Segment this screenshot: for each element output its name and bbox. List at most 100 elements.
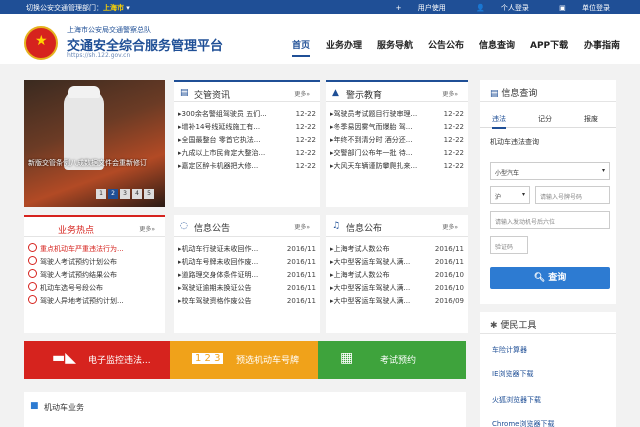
banner-exam[interactable]: ▦ 考试预约 bbox=[318, 341, 466, 379]
warning-panel: ▲ 警示教育 更多» ▸驾驶员考试题目行驶审理... 12-22 ▸冬季易因雾气而… bbox=[326, 80, 468, 207]
site-header: 上海市公安局交通警察总队 交通安全综合服务管理平台 https://sh.122… bbox=[0, 14, 640, 64]
hot-item-icon bbox=[28, 256, 37, 265]
tool-link[interactable]: 车险计算器 bbox=[492, 345, 527, 355]
list-item[interactable]: ▸大中型客运车驾驶人满... 2016/11 bbox=[326, 256, 468, 269]
plate-input[interactable]: 请输入号牌号码 bbox=[535, 186, 610, 204]
list-item[interactable]: ▸增补14号线延线施工有... 12-22 bbox=[174, 121, 320, 134]
query-tabs: 违法 记分 报废 bbox=[480, 110, 616, 129]
hot-item-icon bbox=[28, 243, 37, 252]
search-icon: 🔍︎ bbox=[533, 273, 549, 283]
carousel-pager: 12345 bbox=[96, 188, 156, 199]
list-item[interactable]: ▸驾驶员考试题目行驶审理... 12-22 bbox=[326, 108, 468, 121]
tab-points[interactable]: 记分 bbox=[538, 114, 552, 124]
nav-app-download[interactable]: APP下载 bbox=[530, 38, 568, 51]
panel-title: 交管资讯 bbox=[194, 91, 231, 101]
list-item[interactable]: ▸年终不到清分时 酒分还... 12-22 bbox=[326, 134, 468, 147]
plate-icon: 1 2 3 bbox=[192, 353, 224, 364]
carousel-dot[interactable]: 2 bbox=[108, 189, 118, 199]
top-bar: 切换公安交通管理部门：上海市 ▾ + 用户使用 👤 个人登录 ▣ 单位登录 bbox=[0, 0, 640, 14]
list-item[interactable]: ▸道路理交身体条件证明... 2016/11 bbox=[174, 269, 320, 282]
bell-icon: ▲ bbox=[332, 88, 339, 98]
list-item[interactable]: ▸交警部门公布年一批 待... 12-22 bbox=[326, 147, 468, 160]
carousel-dot[interactable]: 3 bbox=[120, 189, 130, 199]
personal-login-link[interactable]: 👤 个人登录 bbox=[462, 4, 529, 12]
more-link[interactable]: 更多» bbox=[442, 222, 458, 231]
carousel-dot[interactable]: 4 bbox=[132, 189, 142, 199]
list-item[interactable]: 重点机动车严重违法行为... bbox=[24, 243, 165, 256]
news-panel: ▤ 交管资讯 更多» ▸300余名警组驾驶员 五们... 12-22 ▸增补14号… bbox=[174, 80, 320, 207]
list-item[interactable]: 驾驶人考试预约计划公布 bbox=[24, 256, 165, 269]
hot-item-icon bbox=[28, 269, 37, 278]
notice-panel: ◌ 信息公告 更多» ▸机动车行驶证未收回作... 2016/11 ▸机动车号牌未… bbox=[174, 215, 320, 333]
list-item[interactable]: 驾驶人考试预约结果公布 bbox=[24, 269, 165, 282]
department-switcher[interactable]: 切换公安交通管理部门：上海市 ▾ bbox=[26, 3, 130, 13]
province-select[interactable]: 沪 ▾ bbox=[490, 186, 530, 204]
carousel-dot[interactable]: 1 bbox=[96, 189, 106, 199]
query-header: ▤ 信息查询 bbox=[480, 80, 616, 102]
tab-scrap[interactable]: 报废 bbox=[584, 114, 598, 124]
list-item[interactable]: 机动车选号号段公布 bbox=[24, 282, 165, 295]
chevron-down-icon: ▾ bbox=[601, 167, 605, 174]
nav-announcements[interactable]: 公告公布 bbox=[428, 38, 464, 51]
tools-panel: ✱ 便民工具 车险计算器 IE浏览器下载 火狐浏览器下载 Chrome浏览器下载 bbox=[480, 312, 616, 427]
hero-carousel[interactable]: 新版交管条例八成数据文件会重新修订 12345 bbox=[24, 80, 165, 207]
nav-query[interactable]: 信息查询 bbox=[479, 38, 515, 51]
bell-icon: ♫ bbox=[332, 221, 341, 231]
police-emblem-icon[interactable] bbox=[24, 26, 58, 60]
speech-bubble-icon: ◌ bbox=[180, 221, 188, 231]
list-item[interactable]: 驾驶人异地考试预约计划... bbox=[24, 295, 165, 308]
unit-login-link[interactable]: ▣ 单位登录 bbox=[545, 4, 610, 12]
list-item[interactable]: ▸大中型客运车驾驶人满... 2016/10 bbox=[326, 282, 468, 295]
list-item[interactable]: ▸校车驾驶资格作废公告 2016/11 bbox=[174, 295, 320, 308]
list-item[interactable]: ▸300余名警组驾驶员 五们... 12-22 bbox=[174, 108, 320, 121]
list-item[interactable]: ▸大风天车辆谨防攀爬扎来... 12-22 bbox=[326, 160, 468, 173]
tool-link[interactable]: IE浏览器下载 bbox=[492, 369, 534, 379]
more-link[interactable]: 更多» bbox=[442, 89, 458, 98]
nav-service[interactable]: 服务导航 bbox=[377, 38, 413, 51]
building-icon: ▣ bbox=[559, 4, 568, 12]
chevron-down-icon: ▾ bbox=[124, 4, 130, 12]
list-item[interactable]: ▸嘉定区醉卡机器把大修... 12-22 bbox=[174, 160, 320, 173]
star-icon: ✱ bbox=[490, 321, 501, 331]
more-link[interactable]: 更多» bbox=[139, 224, 155, 233]
panel-title: 信息公告 bbox=[194, 224, 231, 234]
panel-title: 警示教育 bbox=[346, 91, 383, 101]
search-list-icon: ▤ bbox=[490, 89, 502, 99]
engine-number-input[interactable]: 请输入发动机号后六位 bbox=[490, 211, 610, 229]
tool-link[interactable]: 火狐浏览器下载 bbox=[492, 395, 541, 405]
list-item[interactable]: ▸上海考试人数公布 2016/11 bbox=[326, 243, 468, 256]
list-item[interactable]: ▸九成以上市民肯定大整治... 12-22 bbox=[174, 147, 320, 160]
more-link[interactable]: 更多» bbox=[294, 89, 310, 98]
query-button[interactable]: 🔍︎ 查询 bbox=[490, 267, 610, 289]
user-icon: 👤 bbox=[475, 4, 487, 12]
list-item[interactable]: ▸大中型客运车驾驶人满... 2016/09 bbox=[326, 295, 468, 308]
hero-caption[interactable]: 新版交管条例八成数据文件会重新修订 bbox=[28, 158, 162, 169]
user-guide-link[interactable]: + 用户使用 bbox=[382, 4, 446, 12]
city-select[interactable]: 上海市 bbox=[103, 4, 124, 12]
list-item[interactable]: ▸全国最整台 零首它执法... 12-22 bbox=[174, 134, 320, 147]
query-panel: ▤ 信息查询 违法 记分 报废 机动车违法查询 小型汽车 ▾ 沪 ▾ 请输入号牌号码… bbox=[480, 80, 616, 304]
hero-image-cap bbox=[68, 86, 100, 98]
vehicle-type-select[interactable]: 小型汽车 ▾ bbox=[490, 162, 610, 180]
list-item[interactable]: ▸驾驶证逾期未换证公告 2016/11 bbox=[174, 282, 320, 295]
list-item[interactable]: ▸机动车号牌未收回作废... 2016/11 bbox=[174, 256, 320, 269]
list-item[interactable]: ▸机动车行驶证未收回作... 2016/11 bbox=[174, 243, 320, 256]
banner-violation[interactable]: ▬◣ 电子监控违法... bbox=[24, 341, 170, 379]
site-url: https://sh.122.gov.cn bbox=[67, 52, 131, 59]
tab-violation[interactable]: 违法 bbox=[492, 114, 506, 129]
list-item[interactable]: ▸上海考试人数公布 2016/10 bbox=[326, 269, 468, 282]
more-link[interactable]: 更多» bbox=[294, 222, 310, 231]
list-item[interactable]: ▸冬季易因雾气而爆胎 驾... 12-22 bbox=[326, 121, 468, 134]
carousel-dot[interactable]: 5 bbox=[144, 189, 154, 199]
nav-home[interactable]: 首页 bbox=[292, 38, 311, 57]
captcha-input[interactable]: 验证码 bbox=[490, 236, 528, 254]
nav-business[interactable]: 业务办理 bbox=[326, 38, 362, 51]
calendar-icon: ▦ bbox=[340, 350, 354, 366]
banner-plate[interactable]: 1 2 3 预选机动车号牌 bbox=[170, 341, 318, 379]
site-subtitle: 上海市公安局交通警察总队 bbox=[67, 26, 151, 34]
truck-icon: ■ bbox=[30, 401, 39, 411]
nav-guide[interactable]: 办事指南 bbox=[584, 38, 620, 51]
camera-icon: ▬◣ bbox=[52, 350, 76, 366]
list-icon: ▤ bbox=[180, 88, 189, 98]
tool-link[interactable]: Chrome浏览器下载 bbox=[492, 419, 554, 427]
